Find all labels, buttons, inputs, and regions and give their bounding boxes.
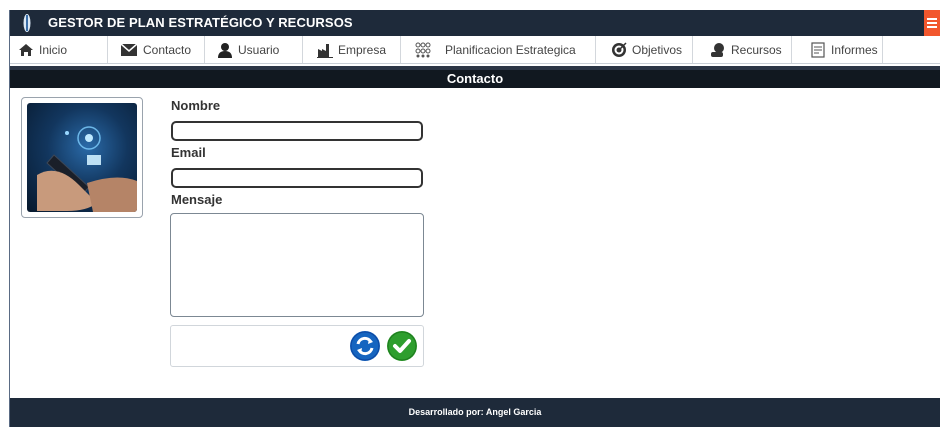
main-nav: Inicio Contacto Usuario Empresa Planific… [10,36,940,64]
section-title: Contacto [446,71,504,86]
contact-image-card [21,97,143,218]
message-label: Mensaje [171,192,223,207]
submit-button[interactable] [387,331,417,361]
nav-label: Recursos [731,42,782,57]
hamburger-menu-button[interactable] [924,10,940,36]
footer-credit: Desarrollado por: Angel Garcia [408,407,542,417]
report-icon [811,41,825,58]
nav-item-usuario[interactable]: Usuario [205,36,303,63]
name-input[interactable] [171,121,423,141]
left-edge [0,0,10,427]
refresh-icon [350,331,380,361]
nav-item-planificacion[interactable]: Planificacion Estrategica [401,36,596,63]
phone-in-hand-illustration [37,126,137,212]
nav-label: Usuario [238,42,280,57]
envelope-icon [120,42,138,56]
nav-item-contacto[interactable]: Contacto [108,36,205,63]
factory-icon [317,43,333,58]
target-icon [612,41,627,57]
strategy-icon [415,42,431,57]
name-label: Nombre [171,98,221,113]
nav-item-informes[interactable]: Informes [792,36,883,63]
contact-photo [27,103,137,212]
home-icon [19,43,33,56]
email-input[interactable] [171,168,423,188]
message-textarea[interactable] [170,213,424,317]
title-bar: GESTOR DE PLAN ESTRATÉGICO Y RECURSOS [10,10,940,36]
nav-label: Planificacion Estrategica [445,42,576,57]
nav-item-inicio[interactable]: Inicio [10,36,108,63]
app-title: GESTOR DE PLAN ESTRATÉGICO Y RECURSOS [48,15,353,30]
resources-icon [711,42,724,57]
nav-label: Contacto [143,42,192,57]
logo-icon [23,14,31,32]
section-header: Contacto [10,66,940,88]
nav-item-objetivos[interactable]: Objetivos [596,36,693,63]
nav-label: Informes [831,42,878,57]
nav-item-recursos[interactable]: Recursos [693,36,792,63]
nav-item-empresa[interactable]: Empresa [303,36,401,63]
form-actions [170,325,424,367]
check-icon [387,331,417,361]
user-icon [218,42,232,58]
email-label: Email [171,145,206,160]
nav-label: Inicio [39,42,68,57]
nav-label: Objetivos [632,42,683,57]
reset-button[interactable] [350,331,380,361]
app-window: GESTOR DE PLAN ESTRATÉGICO Y RECURSOS In… [10,0,940,427]
footer: Desarrollado por: Angel Garcia [10,398,940,427]
nav-label: Empresa [338,42,387,57]
